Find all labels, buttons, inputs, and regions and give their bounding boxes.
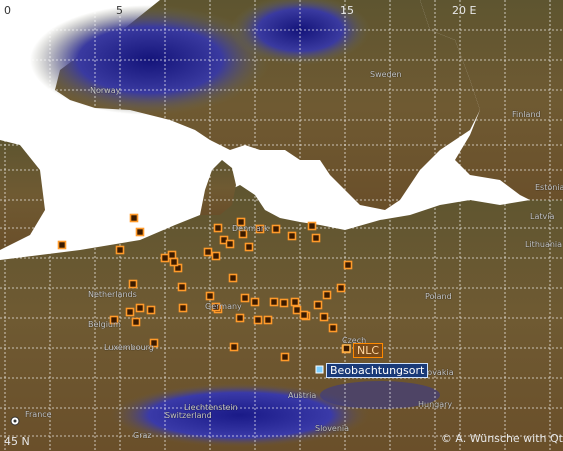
place-sweden: Sweden: [370, 70, 402, 79]
station-marker[interactable]: [228, 273, 238, 283]
station-marker[interactable]: [146, 305, 156, 315]
place-finland: Finland: [512, 110, 541, 119]
lon-label-5: 5: [116, 4, 123, 17]
station-marker[interactable]: [205, 291, 215, 301]
station-marker[interactable]: [307, 221, 317, 231]
station-marker[interactable]: [336, 283, 346, 293]
nlc-tag[interactable]: NLC: [353, 343, 384, 358]
place-norway: Norway: [90, 86, 121, 95]
station-marker[interactable]: [225, 239, 235, 249]
station-marker[interactable]: [211, 251, 221, 261]
lon-label-0: 0: [4, 4, 11, 17]
station-marker[interactable]: [269, 297, 279, 307]
observation-marker[interactable]: [315, 365, 324, 374]
station-marker[interactable]: [319, 312, 329, 322]
station-marker[interactable]: [177, 282, 187, 292]
station-marker[interactable]: [115, 245, 125, 255]
station-marker[interactable]: [128, 279, 138, 289]
station-marker[interactable]: [313, 300, 323, 310]
station-marker[interactable]: [169, 257, 179, 267]
map-view[interactable]: 0 5 15 20 E 45 N Norway Sweden Finland E…: [0, 0, 563, 451]
station-marker[interactable]: [167, 250, 177, 260]
station-marker[interactable]: [292, 305, 302, 315]
station-marker[interactable]: [229, 342, 239, 352]
station-marker[interactable]: [203, 247, 213, 257]
station-marker[interactable]: [263, 315, 273, 325]
nlc-marker[interactable]: [342, 344, 351, 353]
place-netherlands: Netherlands: [88, 290, 137, 299]
station-marker[interactable]: [125, 307, 135, 317]
station-marker[interactable]: [240, 293, 250, 303]
place-lithuania: Lithuania: [525, 240, 563, 249]
station-marker[interactable]: [160, 253, 170, 263]
place-latvia: Latvia: [530, 212, 555, 221]
station-marker[interactable]: [250, 297, 260, 307]
place-luxembourg: Luxembourg: [104, 343, 154, 352]
station-marker[interactable]: [131, 317, 141, 327]
station-marker[interactable]: [253, 315, 263, 325]
place-graz: Graz: [133, 431, 152, 440]
lon-label-20: 20 E: [452, 4, 477, 17]
station-marker[interactable]: [57, 240, 67, 250]
location-icon-center: [13, 419, 17, 423]
place-belgium: Belgium: [88, 320, 121, 329]
place-austria: Austria: [288, 391, 317, 400]
station-marker[interactable]: [178, 303, 188, 313]
station-marker[interactable]: [244, 242, 254, 252]
map-canvas[interactable]: [0, 0, 563, 451]
lat-label-45: 45 N: [4, 435, 30, 448]
station-marker[interactable]: [235, 313, 245, 323]
station-marker[interactable]: [135, 227, 145, 237]
station-marker[interactable]: [328, 323, 338, 333]
station-marker[interactable]: [135, 303, 145, 313]
place-denmark: Denmark: [232, 224, 269, 233]
station-marker[interactable]: [299, 310, 309, 320]
place-estonia: Estonia: [535, 183, 563, 192]
place-hungary: Hungary: [418, 400, 453, 409]
place-switzerland: Switzerland: [165, 411, 212, 420]
station-marker[interactable]: [311, 233, 321, 243]
station-marker[interactable]: [343, 260, 353, 270]
place-slovenia: Slovenia: [315, 424, 350, 433]
station-marker[interactable]: [279, 298, 289, 308]
copyright-credit: © A. Wünsche with Qt: [440, 432, 563, 445]
station-marker[interactable]: [213, 223, 223, 233]
lon-label-15: 15: [340, 4, 354, 17]
station-marker[interactable]: [287, 231, 297, 241]
station-marker[interactable]: [129, 213, 139, 223]
station-marker[interactable]: [290, 297, 300, 307]
station-marker[interactable]: [271, 224, 281, 234]
place-france: France: [25, 410, 52, 419]
place-poland: Poland: [425, 292, 452, 301]
observation-tag[interactable]: Beobachtungsort: [326, 363, 429, 378]
place-germany: Germany: [205, 302, 242, 311]
station-marker[interactable]: [322, 290, 332, 300]
station-marker[interactable]: [280, 352, 290, 362]
